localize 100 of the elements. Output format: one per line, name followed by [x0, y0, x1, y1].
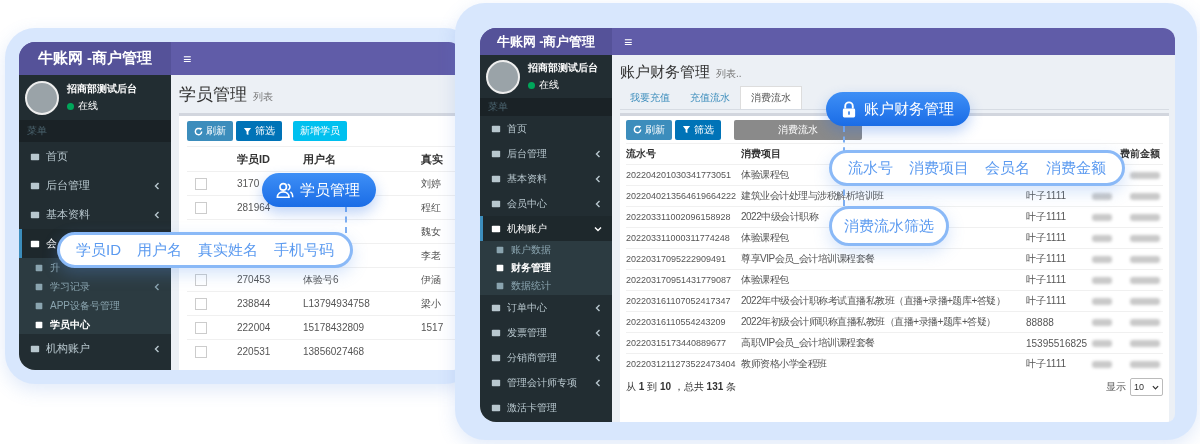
table-cell: 高职VIP会员_会计培训课程套餐 [741, 337, 875, 348]
refresh-button[interactable]: 刷新 [626, 119, 672, 140]
nav-item[interactable]: 发票管理 [480, 320, 612, 345]
blurred-value [1130, 213, 1160, 221]
sub-nav-item[interactable]: 学习记录 [19, 277, 171, 296]
table-cell: 20220317095222909491 [626, 254, 727, 264]
avatar-placeholder [486, 59, 520, 94]
column-header: 用户名 [303, 151, 337, 167]
page-subtitle: 列表.. [716, 67, 742, 81]
sub-nav-item[interactable]: 学员中心 [19, 315, 171, 334]
status-text: 在线 [78, 99, 98, 113]
nav-item[interactable]: 后台管理 [19, 171, 171, 200]
table-cell: 20220316110554243209 [626, 317, 726, 327]
sub-nav-item[interactable]: 数据统计 [480, 277, 612, 295]
nav-item[interactable]: 机构账户 [480, 216, 612, 241]
blurred-value [1092, 360, 1112, 368]
nav-item[interactable]: 订单中心 [480, 295, 612, 320]
nav-item[interactable]: 激活卡管理 [480, 395, 612, 420]
table-cell: 202203311002096158928 [626, 212, 731, 222]
users-icon [276, 181, 294, 199]
blurred-value [1130, 276, 1160, 284]
table-cell: 2022年初级会计师职称直播私教班（直播+录播+题库+答疑） [741, 316, 996, 327]
table-cell: 李老 [421, 249, 441, 261]
row-checkbox[interactable] [195, 345, 207, 358]
table-cell: 202204201030341773051 [626, 170, 732, 180]
blurred-value [1130, 339, 1160, 347]
row-checkbox[interactable] [195, 273, 207, 286]
filter-button[interactable]: 筛选 [236, 121, 282, 141]
row-checkbox[interactable] [195, 201, 207, 214]
table-cell: 叶子1111 [1026, 295, 1067, 306]
feature-tooltip: 消费流水筛选 [829, 206, 949, 246]
column-header: 消费项目 [741, 147, 782, 161]
refresh-icon [194, 126, 203, 136]
field-label: 用户名 [137, 240, 182, 260]
blurred-value [1092, 276, 1112, 284]
menu-item-icon [34, 300, 44, 311]
menu-item-icon [491, 173, 501, 184]
table-cell: 魏女 [421, 225, 441, 237]
table-cell: 15178432809 [303, 322, 365, 333]
page-title: 账户财务管理 [620, 63, 710, 82]
nav-item[interactable]: 首页 [19, 142, 171, 171]
table-cell: 222004 [237, 322, 271, 333]
row-checkbox[interactable] [195, 321, 207, 334]
page-subtitle: 列表 [253, 90, 273, 104]
menu-item-icon [34, 262, 44, 273]
user-name: 招商部测试后台 [528, 61, 598, 75]
brand-title: 牛账网 -商户管理 [19, 42, 171, 75]
menu-item-icon [491, 302, 501, 313]
sub-nav-item[interactable]: APP设备号管理 [19, 296, 171, 315]
sub-nav-item[interactable]: 财务管理 [480, 259, 612, 277]
menu-toggle[interactable]: ≡ [183, 50, 192, 67]
filter-button[interactable]: 筛选 [675, 119, 721, 140]
filter-icon [243, 126, 252, 136]
nav-item[interactable]: 后台管理 [480, 141, 612, 166]
table-cell: 20220315173440889677 [626, 338, 727, 348]
tab[interactable]: 消费流水 [740, 86, 802, 109]
menu-item-icon [30, 343, 40, 354]
column-header: 流水号 [626, 147, 657, 161]
field-label: 流水号 [848, 158, 893, 178]
blurred-value [1092, 297, 1112, 305]
pagination-summary: 从 1 到 10 ，总共 131 条 [626, 380, 738, 394]
table-cell: L13794934758 [303, 298, 370, 309]
menu-item-icon [30, 151, 40, 162]
page-size-select[interactable]: 10 [1130, 378, 1163, 396]
user-name: 招商部测试后台 [67, 82, 137, 96]
nav-item[interactable]: 首页 [480, 116, 612, 141]
table-cell: 281964 [237, 202, 271, 213]
nav-item[interactable]: 机构账户 [19, 334, 171, 363]
table-cell: 体验课程包 [741, 232, 789, 243]
row-checkbox[interactable] [195, 177, 207, 190]
table-cell: 2022040213564619664222 [626, 191, 737, 201]
menu-item-icon [491, 198, 501, 209]
refresh-icon [633, 125, 642, 134]
blurred-value [1130, 192, 1160, 200]
nav-item[interactable]: 基本资料 [19, 200, 171, 229]
table-cell: 教师资格小学全程班 [741, 358, 827, 369]
field-label: 消费项目 [909, 158, 969, 178]
menu-toggle[interactable]: ≡ [624, 33, 633, 50]
sub-nav-item[interactable]: 账户数据 [480, 241, 612, 259]
column-header: 费前金额 [1120, 148, 1160, 159]
nav-item[interactable]: 分销商管理 [480, 345, 612, 370]
table-cell: 202203311000311774248 [626, 233, 730, 243]
row-checkbox[interactable] [195, 297, 207, 310]
table-cell: 13856027468 [303, 346, 365, 357]
menu-item-icon [491, 402, 501, 413]
table-cell: 270453 [237, 274, 271, 285]
blurred-value [1130, 297, 1160, 305]
table-cell: 3170 [237, 178, 260, 189]
module-tooltip: 账户财务管理 [826, 92, 970, 126]
filter-icon [682, 125, 691, 134]
nav-item[interactable]: 会员中心 [480, 191, 612, 216]
table-cell: 体验号6 [303, 273, 339, 285]
menu-item-icon [491, 352, 501, 363]
refresh-button[interactable]: 刷新 [187, 121, 233, 141]
menu-item-icon [34, 281, 44, 292]
menu-item-icon [34, 319, 44, 330]
nav-item[interactable]: 管理会计师专项 [480, 370, 612, 395]
status-text: 在线 [539, 78, 559, 92]
nav-item[interactable]: 基本资料 [480, 166, 612, 191]
table-cell: 2022中级会计职称 [741, 211, 819, 222]
